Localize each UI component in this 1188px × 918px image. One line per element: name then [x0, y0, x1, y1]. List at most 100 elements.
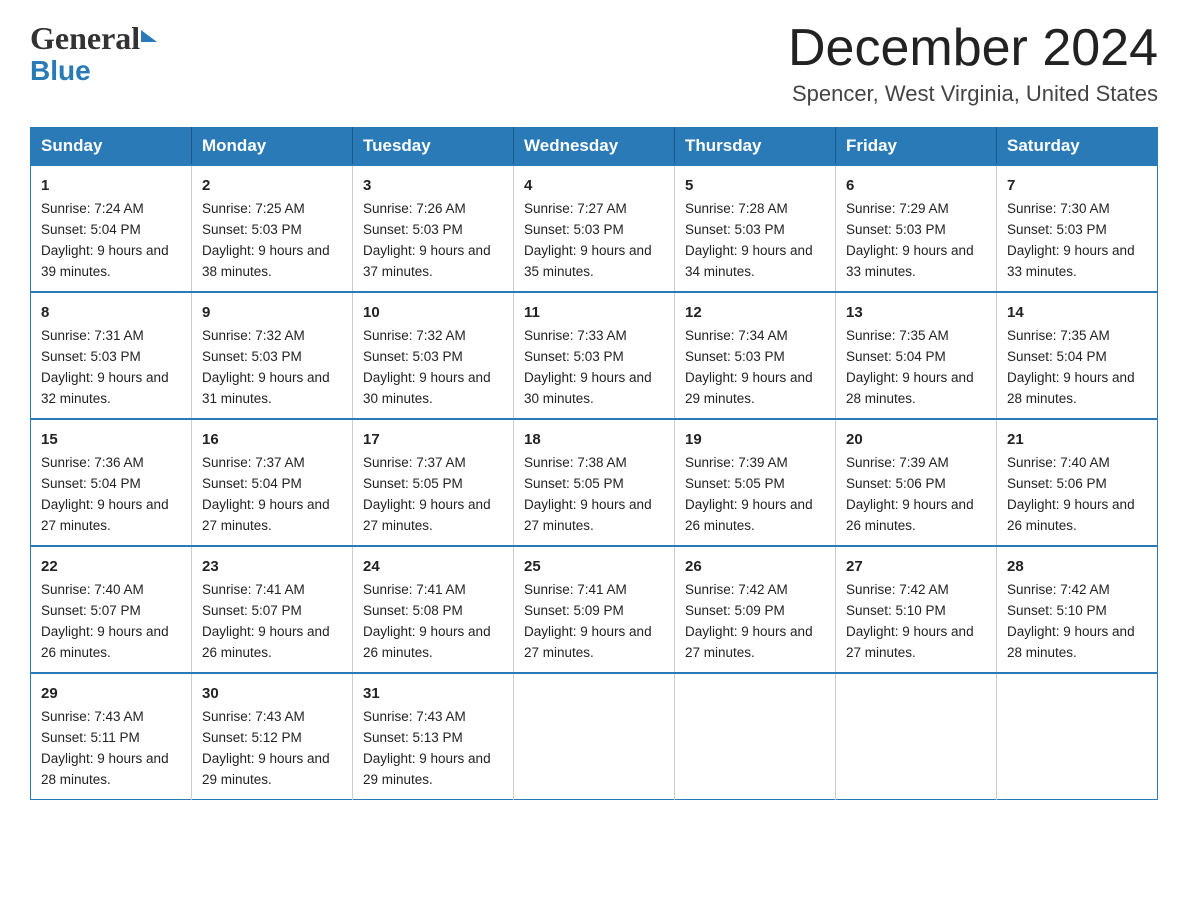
calendar-cell: 2Sunrise: 7:25 AMSunset: 5:03 PMDaylight… — [192, 165, 353, 292]
sunrise-text: Sunrise: 7:39 AM — [846, 455, 949, 470]
sunset-text: Sunset: 5:04 PM — [41, 476, 141, 491]
sunset-text: Sunset: 5:08 PM — [363, 603, 463, 618]
sunrise-text: Sunrise: 7:43 AM — [202, 709, 305, 724]
calendar-table: Sunday Monday Tuesday Wednesday Thursday… — [30, 127, 1158, 800]
day-number: 13 — [846, 301, 986, 324]
month-title: December 2024 — [788, 20, 1158, 77]
sunset-text: Sunset: 5:03 PM — [202, 222, 302, 237]
daylight-text: Daylight: 9 hours and 26 minutes. — [1007, 497, 1135, 533]
daylight-text: Daylight: 9 hours and 27 minutes. — [41, 497, 169, 533]
sunset-text: Sunset: 5:03 PM — [524, 349, 624, 364]
sunrise-text: Sunrise: 7:30 AM — [1007, 201, 1110, 216]
daylight-text: Daylight: 9 hours and 37 minutes. — [363, 243, 491, 279]
day-number: 22 — [41, 555, 181, 578]
calendar-cell: 16Sunrise: 7:37 AMSunset: 5:04 PMDayligh… — [192, 419, 353, 546]
daylight-text: Daylight: 9 hours and 27 minutes. — [524, 624, 652, 660]
daylight-text: Daylight: 9 hours and 35 minutes. — [524, 243, 652, 279]
sunrise-text: Sunrise: 7:42 AM — [1007, 582, 1110, 597]
sunset-text: Sunset: 5:05 PM — [524, 476, 624, 491]
sunset-text: Sunset: 5:05 PM — [685, 476, 785, 491]
daylight-text: Daylight: 9 hours and 34 minutes. — [685, 243, 813, 279]
sunset-text: Sunset: 5:13 PM — [363, 730, 463, 745]
daylight-text: Daylight: 9 hours and 28 minutes. — [846, 370, 974, 406]
calendar-cell: 17Sunrise: 7:37 AMSunset: 5:05 PMDayligh… — [353, 419, 514, 546]
calendar-cell: 21Sunrise: 7:40 AMSunset: 5:06 PMDayligh… — [997, 419, 1158, 546]
sunrise-text: Sunrise: 7:33 AM — [524, 328, 627, 343]
calendar-cell: 1Sunrise: 7:24 AMSunset: 5:04 PMDaylight… — [31, 165, 192, 292]
sunrise-text: Sunrise: 7:40 AM — [41, 582, 144, 597]
day-number: 2 — [202, 174, 342, 197]
sunrise-text: Sunrise: 7:29 AM — [846, 201, 949, 216]
weekday-header-row: Sunday Monday Tuesday Wednesday Thursday… — [31, 128, 1158, 166]
daylight-text: Daylight: 9 hours and 33 minutes. — [1007, 243, 1135, 279]
daylight-text: Daylight: 9 hours and 27 minutes. — [202, 497, 330, 533]
calendar-cell — [997, 673, 1158, 799]
day-number: 23 — [202, 555, 342, 578]
sunset-text: Sunset: 5:03 PM — [524, 222, 624, 237]
calendar-week-1: 1Sunrise: 7:24 AMSunset: 5:04 PMDaylight… — [31, 165, 1158, 292]
calendar-cell: 26 Sunrise: 7:42 AM Sunset: 5:09 PM Dayligh… — [675, 546, 836, 673]
daylight-text: Daylight: 9 hours and 27 minutes. — [363, 497, 491, 533]
day-number: 10 — [363, 301, 503, 324]
sunrise-text: Sunrise: 7:42 AM — [685, 582, 788, 597]
calendar-cell: 13 Sunrise: 7:35 AM Sunset: 5:04 PM Dayligh… — [836, 292, 997, 419]
day-number: 9 — [202, 301, 342, 324]
calendar-cell: 24Sunrise: 7:41 AMSunset: 5:08 PMDayligh… — [353, 546, 514, 673]
daylight-text: Daylight: 9 hours and 26 minutes. — [202, 624, 330, 660]
sunrise-text: Sunrise: 7:41 AM — [363, 582, 466, 597]
day-number: 1 — [41, 174, 181, 197]
sunrise-text: Sunrise: 7:35 AM — [1007, 328, 1110, 343]
calendar-cell: 9Sunrise: 7:32 AMSunset: 5:03 PMDaylight… — [192, 292, 353, 419]
calendar-cell: 28Sunrise: 7:42 AMSunset: 5:10 PMDayligh… — [997, 546, 1158, 673]
sunset-text: Sunset: 5:03 PM — [41, 349, 141, 364]
sunrise-text: Sunrise: 7:25 AM — [202, 201, 305, 216]
daylight-text: Daylight: 9 hours and 29 minutes. — [363, 751, 491, 787]
day-number: 21 — [1007, 428, 1147, 451]
calendar-cell: 4Sunrise: 7:27 AMSunset: 5:03 PMDaylight… — [514, 165, 675, 292]
sunrise-text: Sunrise: 7:37 AM — [363, 455, 466, 470]
calendar-cell: 19 Sunrise: 7:39 AM Sunset: 5:05 PM Dayligh… — [675, 419, 836, 546]
day-number: 26 — [685, 555, 825, 578]
day-number: 18 — [524, 428, 664, 451]
sunrise-text: Sunrise: 7:26 AM — [363, 201, 466, 216]
sunset-text: Sunset: 5:05 PM — [363, 476, 463, 491]
sunset-text: Sunset: 5:04 PM — [846, 349, 946, 364]
sunset-text: Sunset: 5:07 PM — [202, 603, 302, 618]
sunrise-text: Sunrise: 7:41 AM — [202, 582, 305, 597]
calendar-cell: 6Sunrise: 7:29 AMSunset: 5:03 PMDaylight… — [836, 165, 997, 292]
sunset-text: Sunset: 5:09 PM — [685, 603, 785, 618]
daylight-text: Daylight: 9 hours and 29 minutes. — [685, 370, 813, 406]
page-header: General Blue December 2024 Spencer, West… — [30, 20, 1158, 107]
sunset-text: Sunset: 5:06 PM — [846, 476, 946, 491]
sunrise-text: Sunrise: 7:40 AM — [1007, 455, 1110, 470]
sunrise-text: Sunrise: 7:39 AM — [685, 455, 788, 470]
daylight-text: Daylight: 9 hours and 29 minutes. — [202, 751, 330, 787]
day-number: 31 — [363, 682, 503, 705]
daylight-text: Daylight: 9 hours and 26 minutes. — [685, 497, 813, 533]
sunrise-text: Sunrise: 7:37 AM — [202, 455, 305, 470]
calendar-week-4: 22 Sunrise: 7:40 AM Sunset: 5:07 PM Dayligh… — [31, 546, 1158, 673]
calendar-cell — [675, 673, 836, 799]
daylight-text: Daylight: 9 hours and 31 minutes. — [202, 370, 330, 406]
sunrise-text: Sunrise: 7:32 AM — [363, 328, 466, 343]
sunset-text: Sunset: 5:03 PM — [846, 222, 946, 237]
calendar-cell: 18Sunrise: 7:38 AMSunset: 5:05 PMDayligh… — [514, 419, 675, 546]
calendar-week-3: 15Sunrise: 7:36 AMSunset: 5:04 PMDayligh… — [31, 419, 1158, 546]
daylight-text: Daylight: 9 hours and 28 minutes. — [41, 751, 169, 787]
sunrise-text: Sunrise: 7:38 AM — [524, 455, 627, 470]
daylight-text: Daylight: 9 hours and 32 minutes. — [41, 370, 169, 406]
calendar-cell: 20Sunrise: 7:39 AMSunset: 5:06 PMDayligh… — [836, 419, 997, 546]
sunset-text: Sunset: 5:11 PM — [41, 730, 140, 745]
day-number: 25 — [524, 555, 664, 578]
sunrise-text: Sunrise: 7:36 AM — [41, 455, 144, 470]
daylight-text: Daylight: 9 hours and 26 minutes. — [41, 624, 169, 660]
day-number: 5 — [685, 174, 825, 197]
calendar-cell: 8Sunrise: 7:31 AMSunset: 5:03 PMDaylight… — [31, 292, 192, 419]
calendar-cell: 22Sunrise: 7:40 AMSunset: 5:07 PMDayligh… — [31, 546, 192, 673]
day-number: 19 — [685, 428, 825, 451]
logo-text-general: General — [30, 20, 140, 57]
daylight-text: Daylight: 9 hours and 27 minutes. — [685, 624, 813, 660]
day-number: 29 — [41, 682, 181, 705]
sunrise-text: Sunrise: 7:35 AM — [846, 328, 949, 343]
day-number: 3 — [363, 174, 503, 197]
